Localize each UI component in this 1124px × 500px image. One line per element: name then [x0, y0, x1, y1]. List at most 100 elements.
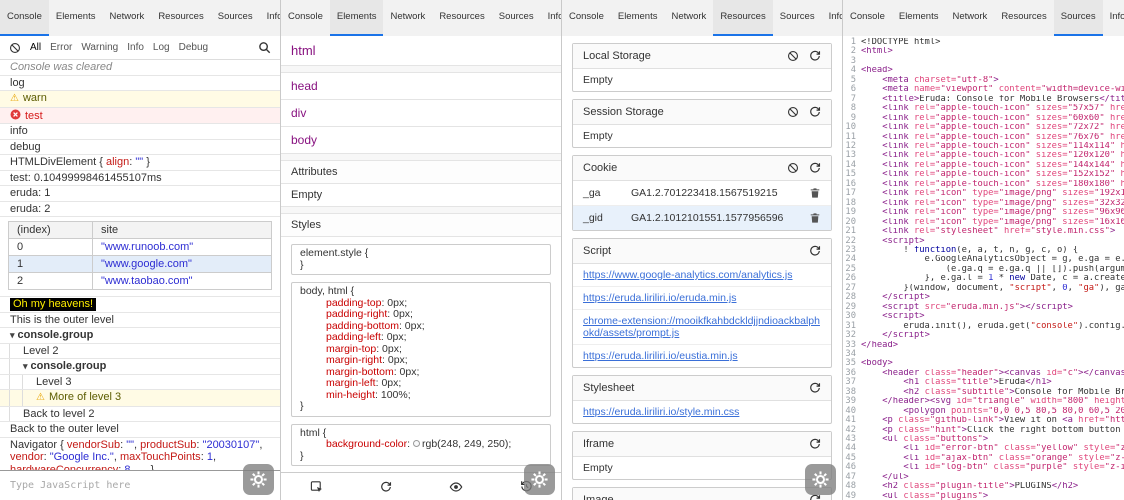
resource-section-header: Session Storage	[573, 100, 831, 125]
tab-info[interactable]: Info	[541, 0, 561, 36]
console-group-header[interactable]: ▾console.group	[0, 328, 280, 344]
tab-sources[interactable]: Sources	[773, 0, 822, 36]
code-text: </header><svg id="triangle" width="800" …	[861, 397, 1124, 406]
console-filter-log[interactable]: Log	[153, 42, 170, 53]
tab-resources[interactable]: Resources	[432, 0, 491, 36]
tab-sources[interactable]: Sources	[211, 0, 260, 36]
console-log-row: info	[0, 124, 280, 140]
ban-icon[interactable]	[787, 162, 799, 174]
resource-section-title: Local Storage	[583, 50, 777, 62]
selected-node-html[interactable]: html	[281, 36, 561, 66]
refresh-icon[interactable]	[809, 438, 821, 450]
tab-console[interactable]: Console	[562, 0, 611, 36]
code-text: ! function(e, a, t, n, g, c, o) {	[861, 246, 1124, 255]
code-line: 49 <ul class="plugins">	[843, 492, 1124, 500]
tab-info[interactable]: Info	[260, 0, 280, 36]
elements-bottom-toolbar	[281, 472, 561, 500]
code-text: <link rel="stylesheet" href="style.min.c…	[861, 227, 1124, 236]
resource-link[interactable]: https://eruda.liriliri.io/style.min.css	[573, 401, 831, 423]
resource-section-iframe: IframeEmpty	[572, 431, 832, 480]
child-node-div[interactable]: div	[281, 100, 561, 127]
js-input[interactable]	[10, 480, 270, 491]
code-text: <ul class="plugins">	[861, 492, 1124, 500]
code-line: 39 </header><svg id="triangle" width="80…	[843, 397, 1124, 406]
table-row: 2"www.taobao.com"	[9, 273, 272, 290]
console-group-header[interactable]: ▾console.group	[0, 359, 280, 375]
search-icon[interactable]	[258, 41, 271, 54]
resource-empty-label: Empty	[573, 69, 831, 91]
refresh-icon[interactable]	[809, 162, 821, 174]
refresh-icon[interactable]	[809, 106, 821, 118]
resource-empty-label: Empty	[573, 457, 831, 479]
tab-console[interactable]: Console	[843, 0, 892, 36]
console-filter-info[interactable]: Info	[127, 42, 144, 53]
console-warn-row: ⚠More of level 3	[0, 390, 280, 407]
child-node-body[interactable]: body	[281, 127, 561, 154]
tab-elements[interactable]: Elements	[330, 0, 384, 36]
code-line: 10 <link rel="apple-touch-icon" sizes="7…	[843, 123, 1124, 132]
console-filter-debug[interactable]: Debug	[179, 42, 208, 53]
resource-link[interactable]: https://eruda.liriliri.io/eustia.min.js	[573, 345, 831, 367]
collapse-triangle-icon[interactable]: ▾	[10, 330, 15, 340]
console-log-row: Level 2	[0, 344, 280, 360]
settings-button[interactable]	[524, 464, 555, 495]
code-line: 33</head>	[843, 341, 1124, 350]
console-log-list: Console was clearedlog⚠warntestinfodebug…	[0, 60, 280, 470]
resource-link[interactable]: chrome-extension://mooikfkahbdckldjjndio…	[573, 310, 831, 345]
tab-resources[interactable]: Resources	[994, 0, 1053, 36]
refresh-icon[interactable]	[809, 245, 821, 257]
tab-bar: ConsoleElementsNetworkResourcesSourcesIn…	[562, 0, 842, 36]
trash-icon[interactable]	[809, 187, 821, 199]
ban-icon[interactable]	[787, 50, 799, 62]
style-rule-close: }	[300, 401, 542, 413]
tab-network[interactable]: Network	[664, 0, 713, 36]
tab-console[interactable]: Console	[0, 0, 49, 36]
code-line: 15 <link rel="apple-touch-icon" sizes="1…	[843, 170, 1124, 179]
console-filter-all[interactable]: All	[30, 42, 41, 53]
settings-button[interactable]	[243, 464, 274, 495]
table-cell-index: 0	[9, 239, 93, 256]
tab-network[interactable]: Network	[945, 0, 994, 36]
tab-resources[interactable]: Resources	[713, 0, 772, 36]
tab-network[interactable]: Network	[383, 0, 432, 36]
trash-icon[interactable]	[809, 212, 821, 224]
refresh-icon[interactable]	[809, 50, 821, 62]
line-number: 49	[843, 492, 861, 500]
code-text: <link rel="icon" type="image/png" sizes=…	[861, 208, 1124, 217]
console-log-row: Back to level 2	[0, 407, 280, 423]
table-cell-site: "www.taobao.com"	[93, 273, 272, 290]
console-filter-error[interactable]: Error	[50, 42, 72, 53]
console-log-row: eruda: 2	[0, 202, 280, 218]
tab-console[interactable]: Console	[281, 0, 330, 36]
tab-info[interactable]: Info	[1103, 0, 1124, 36]
inspect-element-button[interactable]	[310, 480, 323, 493]
resource-section-header: Image	[573, 488, 831, 500]
tab-resources[interactable]: Resources	[151, 0, 210, 36]
clear-console-icon[interactable]	[9, 42, 21, 54]
table-header: site	[93, 222, 272, 239]
code-line: 13 <link rel="apple-touch-icon" sizes="1…	[843, 151, 1124, 160]
ban-icon[interactable]	[787, 106, 799, 118]
child-node-head[interactable]: head	[281, 73, 561, 100]
tab-network[interactable]: Network	[102, 0, 151, 36]
settings-button[interactable]	[805, 464, 836, 495]
gear-icon	[811, 470, 830, 489]
refresh-button[interactable]	[380, 481, 392, 493]
console-log-row: eruda: 1	[0, 186, 280, 202]
tab-sources[interactable]: Sources	[492, 0, 541, 36]
resource-section-list: Local StorageEmptySession StorageEmptyCo…	[562, 43, 842, 500]
tab-elements[interactable]: Elements	[49, 0, 103, 36]
object-token: align	[106, 156, 129, 168]
tab-elements[interactable]: Elements	[892, 0, 946, 36]
tab-elements[interactable]: Elements	[611, 0, 665, 36]
tab-info[interactable]: Info	[822, 0, 842, 36]
table-cell-site: "www.google.com"	[93, 256, 272, 273]
tab-sources[interactable]: Sources	[1054, 0, 1103, 36]
toggle-visibility-button[interactable]	[449, 480, 463, 494]
code-text: (e.ga.q = e.ga.q || []).push(arguments)	[861, 265, 1124, 274]
refresh-icon[interactable]	[809, 382, 821, 394]
resource-link[interactable]: https://www.google-analytics.com/analyti…	[573, 264, 831, 287]
console-filter-warning[interactable]: Warning	[81, 42, 118, 53]
collapse-triangle-icon[interactable]: ▾	[23, 361, 28, 371]
resource-link[interactable]: https://eruda.liriliri.io/eruda.min.js	[573, 287, 831, 310]
